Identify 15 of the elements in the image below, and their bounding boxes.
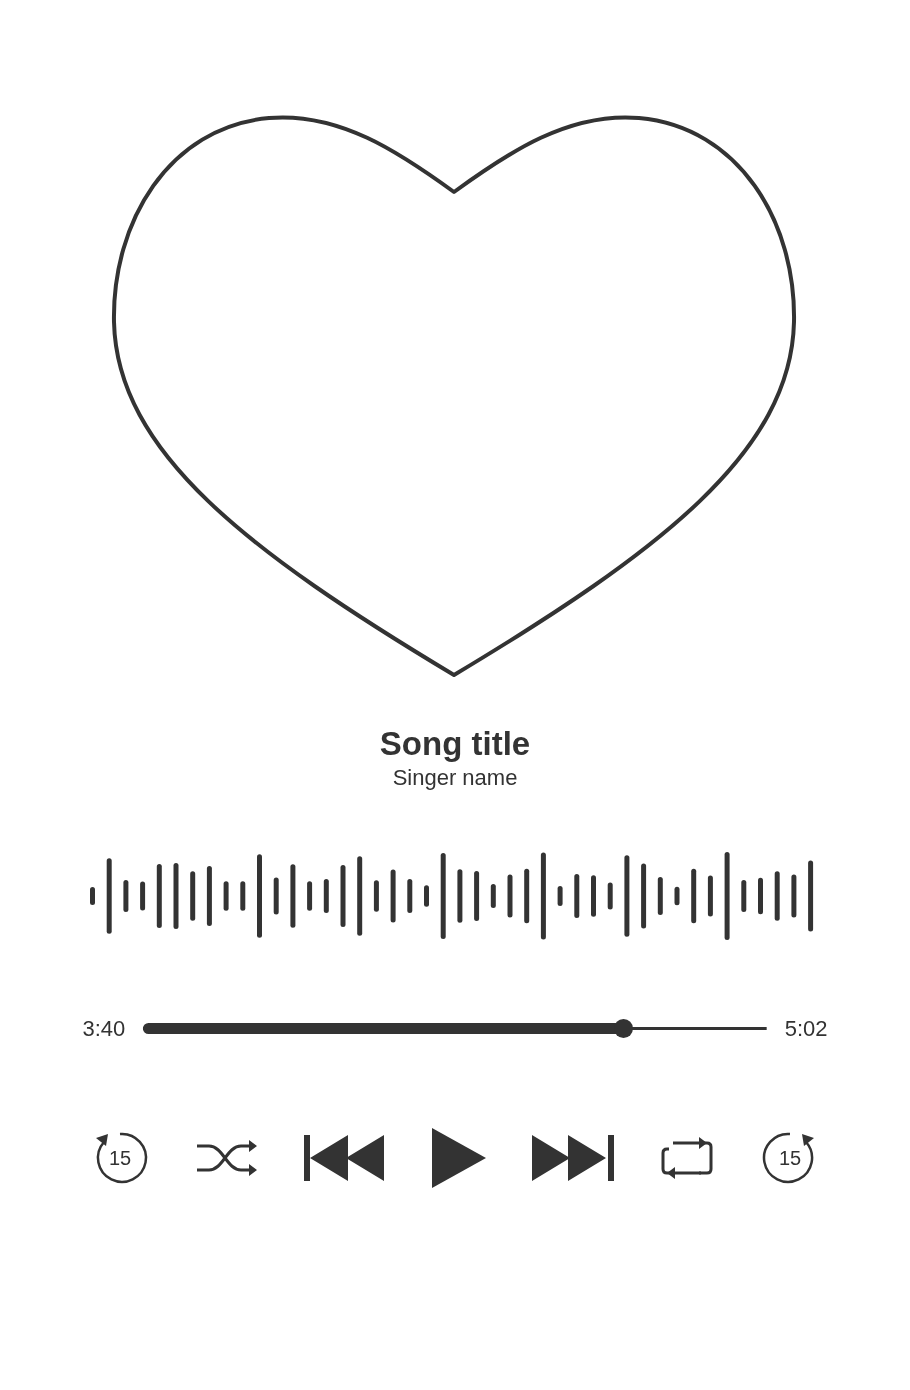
repeat-icon: [659, 1135, 715, 1181]
shuffle-icon: [195, 1138, 259, 1178]
singer-name: Singer name: [392, 764, 518, 792]
progress-thumb[interactable]: [614, 1019, 634, 1038]
skip-forward-icon: [532, 1135, 614, 1181]
replay-15-button[interactable]: 15: [90, 1128, 150, 1188]
skip-back-icon: [304, 1135, 386, 1181]
elapsed-time: 3:40: [82, 1015, 126, 1043]
play-icon: [432, 1128, 486, 1188]
total-time: 5:02: [784, 1015, 828, 1043]
forward-15-button[interactable]: 15: [760, 1128, 820, 1188]
play-button[interactable]: [431, 1127, 487, 1189]
previous-button[interactable]: [304, 1133, 386, 1183]
next-button[interactable]: [532, 1133, 614, 1183]
song-title: Song title: [379, 724, 531, 764]
